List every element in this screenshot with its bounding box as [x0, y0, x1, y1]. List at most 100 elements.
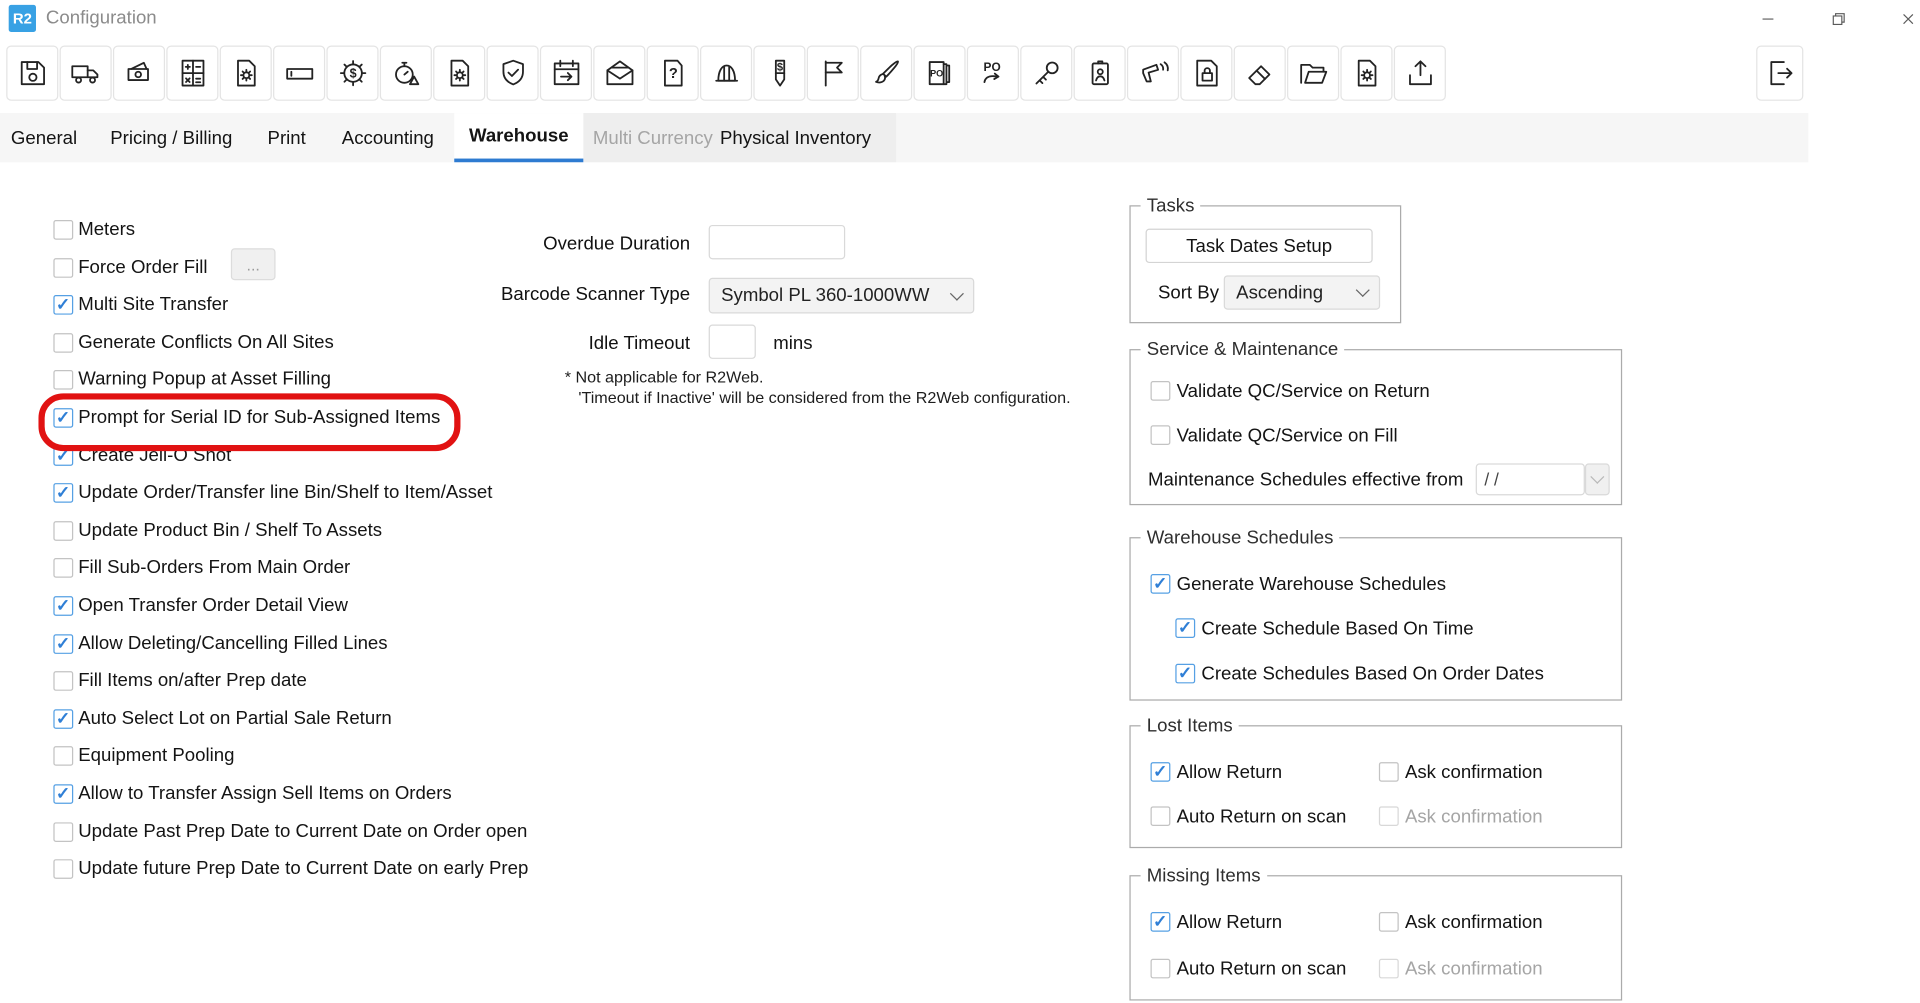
checkbox[interactable] — [1151, 381, 1171, 401]
checkbox[interactable] — [53, 671, 73, 691]
tab-physical-inventory[interactable]: Physical Inventory — [710, 113, 881, 162]
task-dates-setup-button[interactable]: Task Dates Setup — [1146, 229, 1373, 263]
toolbar-barcode-scanner-button[interactable] — [1127, 45, 1179, 100]
option-allow-deleting[interactable]: Allow Deleting/Cancelling Filled Lines — [53, 632, 387, 657]
option-validate-qc-fill[interactable]: Validate QC/Service on Fill — [1131, 424, 1621, 449]
option-create-jello-shot[interactable]: Create Jell-O Shot — [53, 444, 231, 469]
toolbar-export-button[interactable] — [1394, 45, 1446, 100]
tab-warehouse[interactable]: Warehouse — [454, 113, 583, 162]
maintenance-date-dropdown[interactable] — [1585, 463, 1610, 495]
checkbox[interactable] — [53, 408, 73, 428]
option-auto-select-lot[interactable]: Auto Select Lot on Partial Sale Return — [53, 707, 391, 732]
restore-button[interactable] — [1818, 0, 1858, 37]
option-schedule-based-on-time[interactable]: Create Schedule Based On Time — [1131, 617, 1621, 642]
tab-general[interactable]: General — [0, 113, 88, 162]
toolbar-calendar-button[interactable] — [540, 45, 592, 100]
option-open-transfer-order[interactable]: Open Transfer Order Detail View — [53, 594, 348, 619]
barcode-scanner-select[interactable]: Symbol PL 360-1000WW — [709, 278, 975, 314]
toolbar-text-field-button[interactable] — [273, 45, 325, 100]
logout-button[interactable] — [1756, 45, 1803, 100]
checkbox[interactable] — [53, 822, 73, 842]
chevron-down-icon — [1356, 283, 1370, 297]
checkbox[interactable] — [1379, 762, 1399, 782]
tab-pricing-billing[interactable]: Pricing / Billing — [82, 113, 261, 162]
toolbar-price-tag-button[interactable] — [753, 45, 805, 100]
toolbar-po-book-button[interactable] — [913, 45, 965, 100]
checkbox[interactable] — [53, 709, 73, 729]
checkbox[interactable] — [53, 220, 73, 240]
checkbox[interactable] — [53, 370, 73, 390]
checkbox[interactable] — [53, 333, 73, 353]
option-prompt-serial-id[interactable]: Prompt for Serial ID for Sub-Assigned It… — [53, 406, 440, 431]
idle-timeout-input[interactable] — [709, 325, 756, 359]
toolbar-mail-button[interactable] — [593, 45, 645, 100]
toolbar-billing-button[interactable] — [113, 45, 165, 100]
toolbar-jello-mold-button[interactable] — [700, 45, 752, 100]
toolbar-flag-button[interactable] — [807, 45, 859, 100]
checkbox[interactable] — [1175, 664, 1195, 684]
tab-multi-currency: Multi Currency — [583, 113, 722, 162]
option-update-future-prep[interactable]: Update future Prep Date to Current Date … — [53, 857, 528, 882]
checkbox[interactable] — [1151, 574, 1171, 594]
option-equipment-pooling[interactable]: Equipment Pooling — [53, 744, 234, 769]
tab-print[interactable]: Print — [243, 113, 330, 162]
toolbar-report-settings-button[interactable] — [433, 45, 485, 100]
toolbar-key-button[interactable] — [1020, 45, 1072, 100]
toolbar-security-button[interactable] — [487, 45, 539, 100]
sort-by-select[interactable]: Ascending — [1224, 275, 1380, 309]
toolbar-help-button[interactable] — [647, 45, 699, 100]
toolbar-shipping-button[interactable] — [60, 45, 112, 100]
toolbar-secure-document-button[interactable] — [1180, 45, 1232, 100]
option-meters[interactable]: Meters — [53, 218, 135, 243]
checkbox[interactable] — [53, 258, 73, 278]
toolbar-config-document-button[interactable] — [1340, 45, 1392, 100]
toolbar-save-button[interactable] — [6, 45, 58, 100]
maintenance-date-input[interactable]: / / — [1476, 463, 1585, 495]
checkbox[interactable] — [53, 558, 73, 578]
option-validate-qc-return[interactable]: Validate QC/Service on Return — [1131, 380, 1621, 405]
minimize-button[interactable] — [1747, 0, 1787, 37]
toolbar-document-settings-button[interactable] — [220, 45, 272, 100]
checkbox[interactable] — [53, 746, 73, 766]
option-transfer-assign-sell[interactable]: Allow to Transfer Assign Sell Items on O… — [53, 782, 451, 807]
checkbox[interactable] — [1151, 806, 1171, 826]
checkbox[interactable] — [1379, 912, 1399, 932]
checkbox[interactable] — [1151, 912, 1171, 932]
option-force-order-fill[interactable]: Force Order Fill — [53, 256, 207, 281]
close-button[interactable] — [1888, 0, 1920, 37]
option-schedules-based-on-order-dates[interactable]: Create Schedules Based On Order Dates — [1131, 663, 1621, 688]
toolbar-open-folder-button[interactable] — [1287, 45, 1339, 100]
option-generate-conflicts[interactable]: Generate Conflicts On All Sites — [53, 331, 333, 356]
checkbox[interactable] — [1175, 618, 1195, 638]
checkbox[interactable] — [53, 784, 73, 804]
toolbar-id-badge-button[interactable] — [1074, 45, 1126, 100]
option-update-order-transfer-bin[interactable]: Update Order/Transfer line Bin/Shelf to … — [53, 481, 492, 506]
overdue-duration-input[interactable] — [709, 225, 846, 259]
toolbar-timer-alert-button[interactable] — [380, 45, 432, 100]
checkbox[interactable] — [53, 634, 73, 654]
checkbox[interactable] — [53, 596, 73, 616]
option-multi-site-transfer[interactable]: Multi Site Transfer — [53, 293, 228, 318]
dollar-tag-icon — [763, 57, 797, 90]
option-warning-popup[interactable]: Warning Popup at Asset Filling — [53, 368, 331, 393]
toolbar-calculator-button[interactable] — [166, 45, 218, 100]
checkbox[interactable] — [1151, 762, 1171, 782]
toolbar-currency-settings-button[interactable] — [326, 45, 378, 100]
force-order-fill-more-button[interactable]: ... — [231, 248, 276, 280]
toolbar-paint-brush-button[interactable] — [860, 45, 912, 100]
checkbox[interactable] — [53, 859, 73, 879]
checkbox[interactable] — [53, 483, 73, 503]
toolbar-eraser-button[interactable] — [1234, 45, 1286, 100]
option-fill-sub-orders[interactable]: Fill Sub-Orders From Main Order — [53, 556, 350, 581]
tab-accounting[interactable]: Accounting — [319, 113, 457, 162]
checkbox[interactable] — [53, 295, 73, 315]
option-update-product-bin[interactable]: Update Product Bin / Shelf To Assets — [53, 519, 382, 544]
option-generate-warehouse-schedules[interactable]: Generate Warehouse Schedules — [1131, 573, 1621, 598]
checkbox[interactable] — [1151, 959, 1171, 979]
checkbox[interactable] — [53, 521, 73, 541]
toolbar-po-transfer-button[interactable] — [967, 45, 1019, 100]
checkbox[interactable] — [1151, 425, 1171, 445]
checkbox[interactable] — [53, 446, 73, 466]
option-update-past-prep[interactable]: Update Past Prep Date to Current Date on… — [53, 820, 527, 845]
option-fill-items-prep-date[interactable]: Fill Items on/after Prep date — [53, 669, 306, 694]
